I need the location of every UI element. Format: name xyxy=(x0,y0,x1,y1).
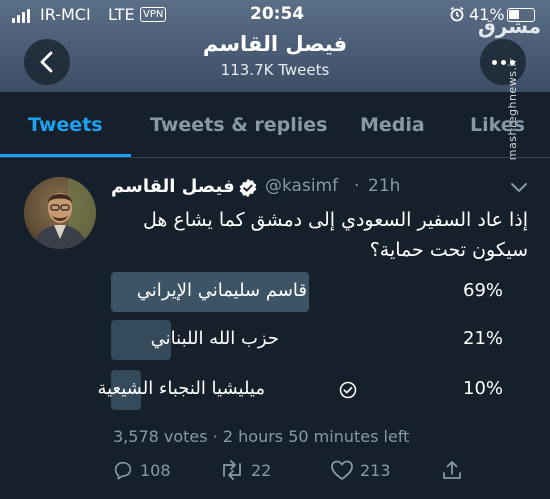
carrier-name: IR-MCI xyxy=(40,5,91,24)
poll-option-label: حزب الله اللبناني xyxy=(150,328,279,349)
check-circle-icon xyxy=(339,381,357,403)
reply-button[interactable]: 108 xyxy=(112,459,171,481)
tweet-author-name[interactable]: فيصل القاسم xyxy=(111,176,235,197)
verified-badge-icon xyxy=(238,178,258,203)
profile-tweet-count: 113.7K Tweets xyxy=(220,61,330,79)
chevron-down-icon[interactable] xyxy=(510,179,528,198)
more-options-button[interactable] xyxy=(480,39,526,85)
poll-option: قاسم سليماني الإيراني 69% xyxy=(111,272,531,312)
tweet-text: إذا عاد السفير السعودي إلى دمشق كما يشاع… xyxy=(142,209,528,261)
poll-option-label: قاسم سليماني الإيراني xyxy=(136,280,307,301)
poll-meta: 3,578 votes · 2 hours 50 minutes left xyxy=(113,427,409,446)
active-tab-indicator xyxy=(0,154,131,157)
tab-likes[interactable]: Likes xyxy=(470,114,525,136)
share-button[interactable] xyxy=(441,459,463,481)
reply-icon xyxy=(114,461,132,480)
network-type: LTE xyxy=(108,5,135,24)
tweet-separator: · xyxy=(354,176,360,196)
vpn-badge: VPN xyxy=(140,7,167,22)
like-count: 213 xyxy=(360,460,391,480)
tweet-time[interactable]: 21h xyxy=(368,176,400,196)
retweet-count: 22 xyxy=(251,460,272,480)
tab-media[interactable]: Media xyxy=(360,114,425,136)
poll-option-percent: 69% xyxy=(463,280,504,301)
profile-name: فيصل القاسم xyxy=(202,32,348,56)
alarm-icon xyxy=(449,6,465,26)
battery-icon xyxy=(507,8,535,22)
avatar[interactable] xyxy=(24,177,96,249)
tab-tweets-replies[interactable]: Tweets & replies xyxy=(150,114,327,136)
poll-option-label: ميليشيا النجباء الشيعية xyxy=(97,378,265,399)
like-button[interactable]: 213 xyxy=(330,459,391,481)
tweet-handle[interactable]: @kasimf xyxy=(265,176,338,196)
battery-percent: 41% xyxy=(469,5,505,24)
poll-meta-separator: · xyxy=(207,427,223,446)
tweet-actions: 108 22 213 xyxy=(0,459,550,489)
poll-time-left: 2 hours 50 minutes left xyxy=(222,427,410,446)
signal-icon xyxy=(12,9,30,23)
poll-option: ميليشيا النجباء الشيعية 10% xyxy=(97,370,531,410)
heart-icon xyxy=(331,460,353,480)
reply-count: 108 xyxy=(140,460,171,480)
status-bar: IR-MCI LTE VPN 20:54 41% xyxy=(0,0,550,30)
poll-option-percent: 21% xyxy=(463,328,504,349)
poll-option-percent: 10% xyxy=(463,378,504,399)
tweet-card[interactable]: فيصل القاسم @kasimf · 21h إذا عاد السفير… xyxy=(0,159,550,499)
more-dots-icon xyxy=(491,59,497,65)
poll-votes: 3,578 votes xyxy=(113,427,208,446)
share-icon xyxy=(443,461,461,479)
profile-tabs: Tweets Tweets & replies Media Likes xyxy=(0,92,550,158)
tab-tweets[interactable]: Tweets xyxy=(28,114,103,136)
retweet-icon xyxy=(223,460,241,480)
retweet-button[interactable]: 22 xyxy=(219,459,271,481)
poll-option: حزب الله اللبناني 21% xyxy=(111,320,531,360)
profile-header: IR-MCI LTE VPN 20:54 41% فيصل القاسم 113… xyxy=(0,0,550,92)
status-time: 20:54 xyxy=(250,4,305,24)
